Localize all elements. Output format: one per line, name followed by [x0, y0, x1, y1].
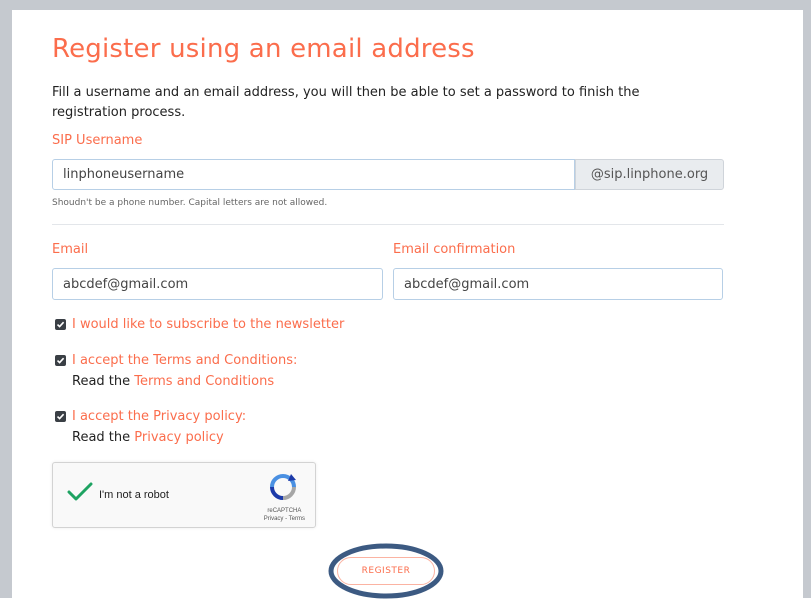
- terms-link[interactable]: Terms and Conditions: [134, 374, 274, 389]
- newsletter-checkbox[interactable]: [55, 319, 66, 330]
- privacy-checkbox[interactable]: [55, 411, 66, 422]
- email-input[interactable]: abcdef@gmail.com: [52, 268, 383, 300]
- captcha-checkmark-icon[interactable]: [67, 481, 93, 503]
- captcha-links[interactable]: Privacy - Terms: [264, 515, 305, 523]
- privacy-label[interactable]: I accept the Privacy policy:: [72, 409, 246, 424]
- newsletter-checkbox-row[interactable]: I would like to subscribe to the newslet…: [55, 317, 344, 332]
- sip-username-label: SIP Username: [52, 133, 143, 148]
- terms-checkbox[interactable]: [55, 355, 66, 366]
- recaptcha-logo-icon: [270, 474, 296, 500]
- check-icon: [56, 413, 65, 420]
- captcha-brand: reCAPTCHA: [267, 508, 302, 514]
- privacy-read-prefix: Read the: [72, 430, 131, 445]
- email-confirmation-input[interactable]: abcdef@gmail.com: [393, 268, 723, 300]
- page-title: Register using an email address: [52, 34, 475, 64]
- sip-username-input[interactable]: linphoneusername: [52, 159, 575, 190]
- captcha-label: I'm not a robot: [99, 489, 169, 501]
- sip-username-hint: Shoudn't be a phone number. Capital lett…: [52, 198, 328, 208]
- window-frame: Register using an email address Fill a u…: [0, 0, 811, 599]
- terms-read-prefix: Read the: [72, 374, 131, 389]
- terms-label[interactable]: I accept the Terms and Conditions:: [72, 353, 297, 368]
- sip-username-value: linphoneusername: [63, 167, 185, 182]
- email-value: abcdef@gmail.com: [63, 276, 189, 292]
- page-description: Fill a username and an email address, yo…: [52, 85, 640, 120]
- recaptcha-widget: I'm not a robot reCAPTCHA Privacy - Term…: [52, 462, 316, 528]
- terms-checkbox-row[interactable]: I accept the Terms and Conditions:: [55, 353, 297, 368]
- privacy-read-line: Read the Privacy policy: [72, 430, 224, 445]
- email-confirmation-value: abcdef@gmail.com: [404, 276, 530, 292]
- terms-read-line: Read the Terms and Conditions: [72, 374, 274, 389]
- email-label: Email: [52, 242, 89, 257]
- privacy-link[interactable]: Privacy policy: [134, 430, 223, 445]
- privacy-checkbox-row[interactable]: I accept the Privacy policy:: [55, 409, 246, 424]
- check-icon: [56, 321, 65, 328]
- highlight-ring: [328, 543, 444, 599]
- section-divider: [52, 224, 724, 225]
- sip-domain-addon: @sip.linphone.org: [575, 159, 724, 190]
- newsletter-label[interactable]: I would like to subscribe to the newslet…: [72, 317, 344, 332]
- captcha-brand-text: reCAPTCHA Privacy - Terms: [264, 507, 305, 523]
- check-icon: [56, 357, 65, 364]
- email-confirmation-label: Email confirmation: [393, 242, 516, 257]
